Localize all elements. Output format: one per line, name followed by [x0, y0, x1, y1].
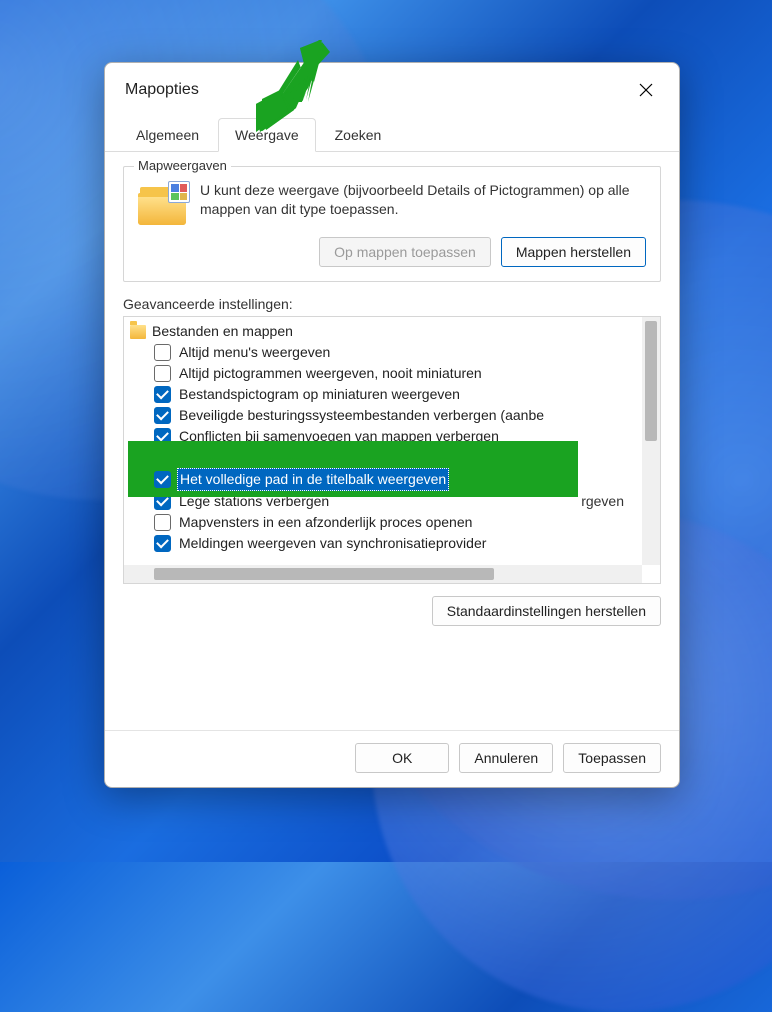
- folder-views-description: U kunt deze weergave (bijvoorbeeld Detai…: [200, 181, 646, 219]
- tree-item-full-path[interactable]: Het volledige pad in de titelbalk weerge…: [130, 468, 636, 491]
- scrollbar-thumb[interactable]: [154, 568, 494, 580]
- folder-icon: [130, 325, 146, 339]
- checkbox[interactable]: [154, 365, 171, 382]
- restore-defaults-button[interactable]: Standaardinstellingen herstellen: [432, 596, 661, 626]
- advanced-settings-tree[interactable]: Bestanden en mappen Altijd menu's weerge…: [123, 316, 661, 584]
- tab-general[interactable]: Algemeen: [119, 118, 216, 152]
- folder-views-group-label: Mapweergaven: [134, 158, 231, 173]
- advanced-settings-label: Geavanceerde instellingen:: [123, 296, 661, 312]
- tree-item-label: Altijd pictogrammen weergeven, nooit min…: [177, 363, 484, 384]
- tree-root-label: Bestanden en mappen: [152, 321, 293, 342]
- tree-item[interactable]: Altijd pictogrammen weergeven, nooit min…: [130, 363, 636, 384]
- tree-item-label: Mapvensters in een afzonderlijk proces o…: [177, 512, 474, 533]
- close-icon: [639, 83, 653, 97]
- tree-item[interactable]: Beveiligde besturingssysteembestanden ve…: [130, 405, 636, 426]
- tree-item[interactable]: Altijd menu's weergeven: [130, 342, 636, 363]
- tree-item-label: Bestandspictogram op miniaturen weergeve…: [177, 384, 462, 405]
- checkbox[interactable]: [154, 344, 171, 361]
- reset-folders-button[interactable]: Mappen herstellen: [501, 237, 646, 267]
- tree-item-label: Beveiligde besturingssysteembestanden ve…: [177, 405, 546, 426]
- folder-views-icon: [138, 185, 186, 225]
- checkbox[interactable]: [154, 407, 171, 424]
- checkbox[interactable]: [154, 386, 171, 403]
- tree-item-label: Het volledige pad in de titelbalk weerge…: [177, 468, 449, 491]
- close-button[interactable]: [633, 77, 659, 103]
- tab-search[interactable]: Zoeken: [318, 118, 399, 152]
- tab-content: Mapweergaven U kunt deze weergave (bijvo…: [105, 152, 679, 730]
- checkbox[interactable]: [154, 535, 171, 552]
- tree-root-files-folders: Bestanden en mappen: [130, 321, 636, 342]
- vertical-scrollbar[interactable]: [642, 317, 660, 565]
- folder-options-dialog: Mapopties Algemeen Weergave Zoeken Mapwe…: [104, 62, 680, 788]
- tree-item-hidden[interactable]: en: [130, 447, 636, 468]
- tree-item-label: Meldingen weergeven van synchronisatiepr…: [177, 533, 488, 554]
- ok-button[interactable]: OK: [355, 743, 449, 773]
- tree-item[interactable]: Bestandspictogram op miniaturen weergeve…: [130, 384, 636, 405]
- folder-views-group: Mapweergaven U kunt deze weergave (bijvo…: [123, 166, 661, 282]
- tree-item-trail: rgeven: [579, 491, 626, 512]
- dialog-footer: OK Annuleren Toepassen: [105, 730, 679, 787]
- tree-item-label: Altijd menu's weergeven: [177, 342, 332, 363]
- dialog-title: Mapopties: [125, 81, 199, 99]
- checkbox[interactable]: [154, 514, 171, 531]
- tree-item-trail: en: [586, 447, 606, 468]
- tab-strip: Algemeen Weergave Zoeken: [105, 113, 679, 152]
- tree-item[interactable]: Meldingen weergeven van synchronisatiepr…: [130, 533, 636, 554]
- scrollbar-thumb[interactable]: [645, 321, 657, 441]
- horizontal-scrollbar[interactable]: [124, 565, 642, 583]
- tree-item[interactable]: Mapvensters in een afzonderlijk proces o…: [130, 512, 636, 533]
- apply-to-folders-button[interactable]: Op mappen toepassen: [319, 237, 491, 267]
- apply-button[interactable]: Toepassen: [563, 743, 661, 773]
- tree-item-hidden2[interactable]: rgeven: [130, 491, 636, 512]
- titlebar: Mapopties: [105, 63, 679, 113]
- tab-view[interactable]: Weergave: [218, 118, 316, 152]
- cancel-button[interactable]: Annuleren: [459, 743, 553, 773]
- checkbox[interactable]: [154, 471, 171, 488]
